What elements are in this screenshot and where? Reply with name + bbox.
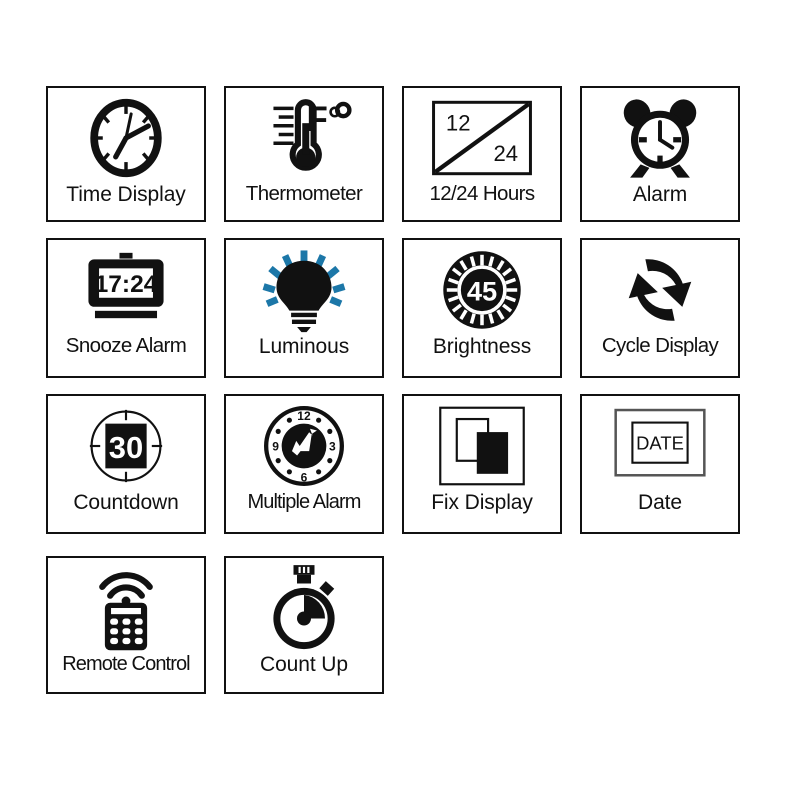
feature-icon-grid: Time Display F° Thermometer 12 24 12/24 … (0, 0, 800, 800)
feature-label: Brightness (432, 335, 532, 358)
stopwatch-icon (226, 558, 382, 654)
feature-card-date[interactable]: DATE Date (580, 394, 740, 534)
feature-label: Time Display (66, 183, 186, 206)
brightness-value: 45 (467, 276, 497, 307)
digital-clock-time: 17:24 (95, 271, 158, 298)
feature-card-snooze-alarm[interactable]: 17:24 Snooze Alarm (46, 238, 206, 378)
digital-clock-icon: 17:24 (48, 240, 204, 336)
feature-label: Cycle Display (601, 334, 719, 357)
overlapping-panels-icon (404, 396, 560, 492)
cycle-arrows-icon (582, 240, 738, 336)
remote-control-signal-icon (48, 558, 204, 654)
feature-card-thermometer[interactable]: F° Thermometer (224, 86, 384, 222)
feature-label: Countdown (73, 491, 179, 514)
feature-card-multiple-alarm[interactable]: 12 3 6 9 Multiple Alarm (224, 394, 384, 534)
feature-card-luminous[interactable]: Luminous (224, 238, 384, 378)
feature-label: Alarm (632, 183, 688, 206)
feature-card-alarm[interactable]: Alarm (580, 86, 740, 222)
hours-12-value: 12 (446, 110, 471, 135)
feature-card-brightness[interactable]: 45 Brightness (402, 238, 562, 378)
twelve-twentyfour-split-icon: 12 24 (404, 88, 560, 184)
clock-mark-3: 3 (329, 439, 336, 453)
feature-label: Snooze Alarm (65, 334, 187, 357)
date-frame-text: DATE (636, 432, 684, 453)
thermometer-fahrenheit-icon: F° (226, 88, 382, 184)
countdown-timer-icon: 30 (48, 396, 204, 492)
feature-card-fix-display[interactable]: Fix Display (402, 394, 562, 534)
feature-card-countdown[interactable]: 30 Countdown (46, 394, 206, 534)
feature-card-remote-control[interactable]: Remote Control (46, 556, 206, 694)
feature-label: Remote Control (62, 653, 190, 675)
date-frame-icon: DATE (582, 396, 738, 492)
multiple-alarm-clock-icon: 12 3 6 9 (226, 396, 382, 492)
feature-card-count-up[interactable]: Count Up (224, 556, 384, 694)
feature-label: 12/24 Hours (429, 182, 535, 205)
countdown-value: 30 (109, 430, 143, 465)
alarm-clock-bells-icon (582, 88, 738, 184)
feature-label: Count Up (260, 653, 348, 676)
clock-mark-9: 9 (272, 439, 279, 453)
feature-label: Thermometer (245, 182, 363, 205)
feature-label: Luminous (258, 335, 350, 358)
feature-card-time-display[interactable]: Time Display (46, 86, 206, 222)
feature-label: Date (638, 491, 682, 514)
feature-card-cycle-display[interactable]: Cycle Display (580, 238, 740, 378)
clock-mark-12: 12 (297, 409, 311, 423)
clock-mark-6: 6 (301, 470, 308, 484)
feature-label: Multiple Alarm (247, 491, 362, 513)
hours-24-value: 24 (494, 141, 519, 166)
brightness-dial-icon: 45 (404, 240, 560, 336)
light-bulb-rays-icon (226, 240, 382, 336)
analog-clock-icon (48, 88, 204, 184)
feature-label: Fix Display (431, 491, 533, 514)
feature-card-12-24-hours[interactable]: 12 24 12/24 Hours (402, 86, 562, 222)
